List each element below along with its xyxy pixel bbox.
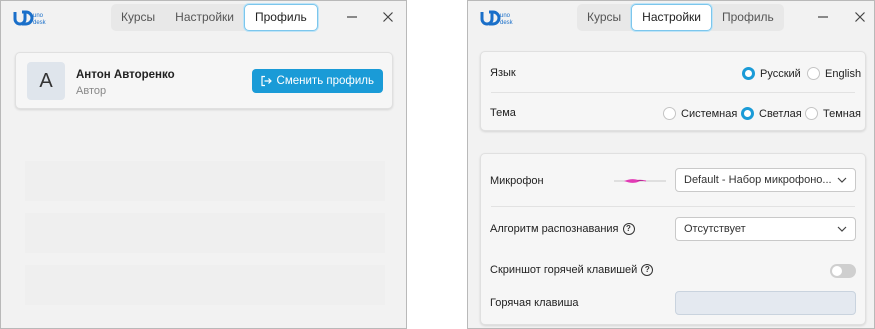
radio-language-russian[interactable]: Русский [742,67,801,80]
microphone-select-value: Default - Набор микрофоно... [684,174,832,186]
uno-desk-logo: uno desk [480,10,514,26]
screenshot-hotkey-label-row: Скриншот горячей клавишей ? [490,264,654,276]
hotkey-input[interactable] [675,291,856,315]
radio-theme-system[interactable]: Системная [663,107,737,120]
chevron-down-icon [837,177,847,183]
radio-label: Русский [760,67,801,80]
audio-settings-card: Микрофон Default - Набор микрофоно... Ал… [480,153,866,325]
radio-language-english[interactable]: English [807,67,861,80]
user-role: Автор [76,85,107,97]
help-icon[interactable]: ? [622,223,635,235]
radio-circle [663,107,676,120]
minimize-icon[interactable] [344,9,360,25]
divider [491,206,855,207]
tab-settings[interactable]: Настройки [631,4,712,31]
recognition-label: Алгоритм распознавания [490,223,619,235]
radio-label: English [825,67,862,80]
recognition-select[interactable]: Отсутствует [675,217,856,241]
radio-label: Темная [823,107,861,120]
microphone-level-icon [614,179,666,183]
tab-bar: Курсы Настройки Профиль [111,4,318,31]
placeholder-block [25,265,385,305]
radio-label: Системная [681,107,738,120]
svg-text:uno: uno [500,13,511,19]
radio-theme-light[interactable]: Светлая [741,107,802,120]
divider [491,92,855,93]
chevron-down-icon [837,226,847,232]
recognition-select-value: Отсутствует [684,223,746,235]
radio-circle [742,67,755,80]
language-label: Язык [490,67,516,79]
microphone-label: Микрофон [490,175,544,187]
switch-profile-button[interactable]: Сменить профиль [251,69,383,93]
hotkey-label: Горячая клавиша [490,297,579,309]
theme-label: Тема [490,107,516,119]
switch-profile-icon [260,75,272,87]
tab-settings[interactable]: Настройки [165,4,244,31]
tab-courses[interactable]: Курсы [577,4,631,31]
user-name: Антон Авторенко [76,69,175,81]
placeholder-block [25,161,385,201]
toggle-knob [832,266,842,276]
svg-text:desk: desk [500,20,514,26]
profile-card: A Антон Авторенко Автор Сменить профиль [15,52,393,109]
help-icon[interactable]: ? [641,264,654,276]
tab-courses[interactable]: Курсы [111,4,165,31]
radio-label: Светлая [759,107,802,120]
tab-profile[interactable]: Профиль [244,4,318,31]
placeholder-block [25,213,385,253]
close-icon[interactable] [380,9,396,25]
radio-circle [805,107,818,120]
radio-circle [741,107,754,120]
recognition-label-row: Алгоритм распознавания ? [490,223,635,235]
uno-desk-logo: uno desk [13,10,47,26]
title-bar: uno desk Курсы Настройки Профиль [468,1,874,35]
radio-theme-dark[interactable]: Темная [805,107,861,120]
switch-profile-label: Сменить профиль [276,75,374,87]
screenshot-hotkey-label: Скриншот горячей клавишей [490,264,638,276]
svg-text:desk: desk [33,20,47,26]
microphone-select[interactable]: Default - Набор микрофоно... [675,168,856,192]
appearance-settings-card: Язык Русский English Тема Системная Свет… [480,51,866,131]
settings-window: uno desk Курсы Настройки Профиль Язык Ру… [467,0,875,329]
profile-window: uno desk Курсы Настройки Профиль A Антон… [0,0,407,329]
tab-profile[interactable]: Профиль [712,4,784,31]
screenshot-hotkey-toggle[interactable] [830,264,856,278]
minimize-icon[interactable] [815,9,831,25]
radio-circle [807,67,820,80]
avatar: A [27,62,65,100]
title-bar: uno desk Курсы Настройки Профиль [1,1,406,35]
svg-text:uno: uno [33,13,44,19]
close-icon[interactable] [852,9,868,25]
tab-bar: Курсы Настройки Профиль [577,4,784,31]
